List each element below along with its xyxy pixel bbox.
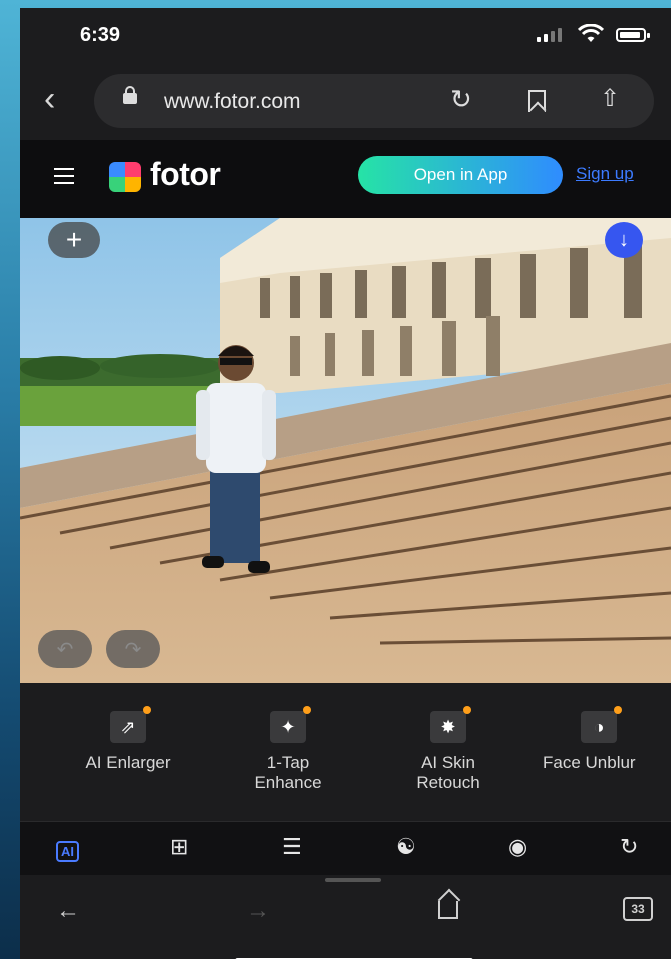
browser-back-icon[interactable]: ←: [56, 897, 80, 925]
reload-icon[interactable]: ↻: [450, 84, 472, 115]
browser-url-bar: ‹ www.fotor.com ↻ ⇧: [20, 60, 671, 140]
skin-retouch-icon: ✸: [430, 706, 471, 743]
download-icon[interactable]: ↓: [605, 222, 643, 258]
share-icon[interactable]: ⇧: [600, 84, 620, 113]
url-text[interactable]: www.fotor.com: [164, 90, 301, 114]
tool-ai-skin-retouch[interactable]: ✸ AI Skin Retouch: [373, 706, 523, 793]
tool-label: 1-Tap Enhance: [254, 753, 322, 792]
open-in-app-button[interactable]: Open in App: [358, 156, 563, 194]
fotor-logo-text: fotor: [150, 156, 221, 192]
new-dot: [614, 706, 622, 714]
new-dot: [143, 706, 151, 714]
enlarge-icon: ⇗: [110, 706, 151, 743]
tool-ai-enlarger[interactable]: ⇗ AI Enlarger: [53, 706, 203, 773]
add-image-button[interactable]: +: [48, 222, 100, 258]
rotate-icon[interactable]: ↻: [620, 834, 638, 860]
crop-icon[interactable]: ⊞: [170, 834, 188, 860]
home-icon[interactable]: [438, 901, 458, 919]
filters-icon[interactable]: ☯: [396, 834, 416, 860]
back-chevron-icon[interactable]: ‹: [44, 80, 55, 119]
editor-toolbar: AI ⊞ ☰ ☯ ◉ ↻: [20, 821, 671, 875]
tool-label: Face Unblur: [543, 753, 636, 772]
status-time: 6:39: [80, 24, 121, 46]
tool-1-tap-enhance[interactable]: ✦ 1-Tap Enhance: [213, 706, 363, 793]
browser-forward-icon[interactable]: →: [246, 897, 270, 925]
new-dot: [463, 706, 471, 714]
wifi-icon: [578, 24, 604, 42]
signal-icon: [537, 28, 562, 42]
undo-icon[interactable]: ↶: [38, 630, 92, 668]
redo-icon[interactable]: ↷: [106, 630, 160, 668]
photo-canvas[interactable]: + ↓ ↶ ↷: [20, 218, 671, 683]
status-bar: 6:39: [20, 8, 671, 60]
sign-up-link[interactable]: Sign up: [576, 164, 634, 184]
tabs-button[interactable]: 33: [623, 897, 653, 921]
tool-label: AI Enlarger: [85, 753, 171, 772]
effects-icon[interactable]: ◉: [508, 834, 527, 860]
fotor-header: fotor Open in App Sign up: [20, 140, 671, 218]
browser-bottom-bar: ← → 33: [20, 875, 671, 959]
ai-tab[interactable]: AI: [56, 836, 79, 862]
lock-icon: [123, 86, 137, 104]
menu-icon[interactable]: [54, 168, 74, 189]
drag-handle[interactable]: [325, 878, 381, 882]
new-dot: [303, 706, 311, 714]
fotor-logo-icon: [109, 162, 141, 192]
tool-label: AI Skin Retouch: [416, 753, 480, 792]
ai-icon: AI: [56, 841, 79, 862]
magic-wand-icon: ✦: [270, 706, 311, 743]
adjust-sliders-icon[interactable]: ☰: [282, 834, 302, 860]
battery-icon: [616, 28, 650, 42]
face-unblur-icon: ◑: [581, 706, 622, 743]
ai-tools-row: ⇗ AI Enlarger ✦ 1-Tap Enhance ✸ AI Skin …: [20, 683, 671, 821]
bookmark-icon[interactable]: [528, 90, 546, 112]
photo-image: [20, 218, 671, 683]
phone-screen: 6:39 ‹ www.fotor.com ↻ ⇧ fotor Open in A…: [20, 8, 671, 959]
tool-face-unblur[interactable]: ◑ Face Unblur: [533, 706, 671, 773]
